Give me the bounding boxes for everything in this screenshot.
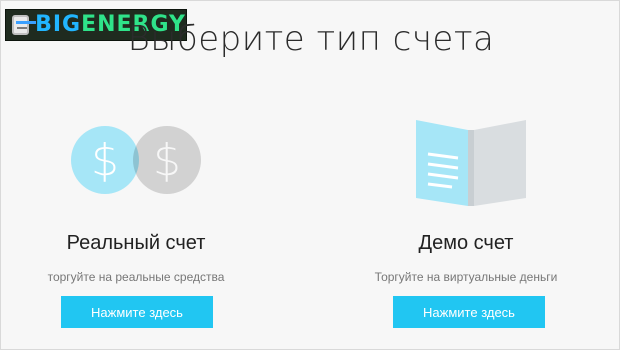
real-account-button[interactable]: Нажмите здесь <box>61 296 213 328</box>
demo-account-title: Демо счет <box>418 232 514 254</box>
demo-account-subtitle: Торгуйте на виртуальные деньги <box>374 270 558 284</box>
open-book-icon <box>416 120 526 206</box>
open-book-svg <box>416 120 526 206</box>
dollar-coin-icon: $ <box>133 126 201 194</box>
demo-account-card: Демо счет Торгуйте на виртуальные деньги… <box>321 106 620 328</box>
real-account-title: Реальный счет <box>66 232 206 254</box>
demo-account-button[interactable]: Нажмите здесь <box>393 296 545 328</box>
real-account-card: $ $ Реальный счет торгуйте на реальные с… <box>1 106 301 328</box>
real-account-icon: $ $ <box>1 106 301 206</box>
real-account-subtitle: торгуйте на реальные средства <box>47 270 225 284</box>
dollar-coin-icon: $ <box>71 126 139 194</box>
page-title: Выберите тип счета <box>127 19 495 59</box>
page-frame: BIGENERGY Выберите тип счета $ $ Реальны… <box>0 0 620 350</box>
